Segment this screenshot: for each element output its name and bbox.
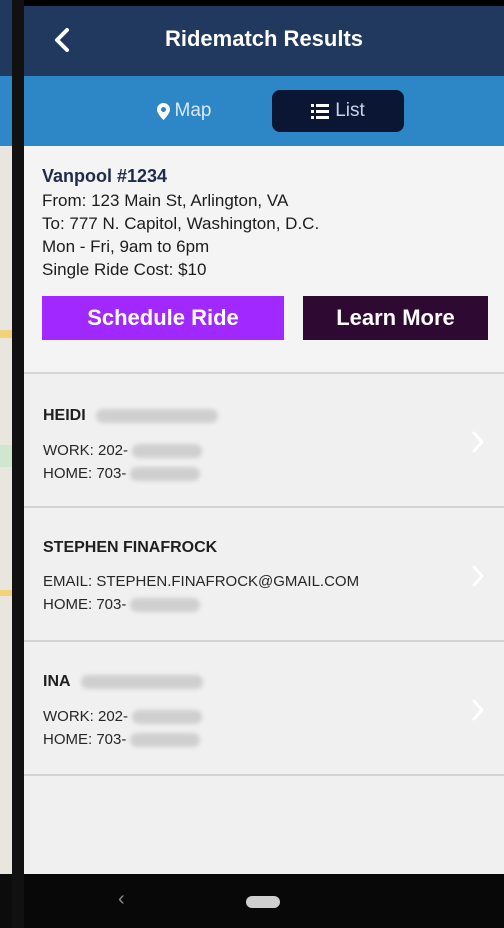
learn-more-button[interactable]: Learn More: [303, 296, 488, 340]
tab-map[interactable]: Map: [134, 94, 234, 128]
contact-row-heidi[interactable]: HEIDI WORK: 202- HOME: 703-: [24, 374, 504, 508]
contact-line-1: EMAIL: STEPHEN.FINAFROCK@GMAIL.COM: [43, 573, 360, 590]
contact-name: HEIDI: [43, 407, 218, 425]
redacted-phone: [80, 674, 203, 689]
redacted-number: [132, 710, 203, 725]
chevron-right-icon: [472, 431, 484, 453]
tab-list-label: List: [335, 100, 365, 121]
page-title: Ridematch Results: [164, 26, 364, 51]
app-header: Ridematch Results: [24, 6, 504, 76]
redacted-phone: [95, 408, 218, 423]
background-screen-strip: [0, 0, 12, 928]
vanpool-schedule: Mon - Fri, 9am to 6pm: [42, 237, 210, 256]
contact-row-stephen[interactable]: STEPHEN FINAFROCK EMAIL: STEPHEN.FINAFRO…: [24, 508, 504, 642]
list-icon: [311, 103, 330, 119]
contact-line-1: WORK: 202-: [43, 708, 203, 725]
map-marker-icon: [156, 102, 170, 120]
redacted-number: [132, 444, 203, 459]
contact-name: INA: [43, 673, 203, 691]
vanpool-card: Vanpool #1234 From: 123 Main St, Arlingt…: [24, 146, 504, 374]
contact-row-ina[interactable]: INA WORK: 202- HOME: 703-: [24, 642, 504, 776]
screen-gap: [12, 0, 24, 928]
schedule-ride-button[interactable]: Schedule Ride: [42, 296, 284, 340]
contact-line-2: HOME: 703-: [43, 731, 201, 748]
tab-map-label: Map: [174, 100, 212, 121]
contact-name: STEPHEN FINAFROCK: [43, 539, 218, 556]
contact-line-2: HOME: 703-: [43, 596, 201, 613]
contact-line-2: HOME: 703-: [43, 465, 201, 482]
tab-list[interactable]: List: [272, 90, 404, 132]
vanpool-cost: Single Ride Cost: $10: [42, 260, 207, 279]
vanpool-to: To: 777 N. Capitol, Washington, D.C.: [42, 214, 320, 233]
ridematch-screen: Ridematch Results Map List Vanpool #1234…: [24, 6, 504, 928]
redacted-number: [130, 467, 201, 482]
android-nav-bar: ‹: [24, 874, 504, 928]
redacted-number: [130, 733, 201, 748]
view-toggle-bar: Map List: [24, 76, 504, 146]
chevron-right-icon: [472, 565, 484, 587]
contact-line-1: WORK: 202-: [43, 442, 203, 459]
vanpool-from: From: 123 Main St, Arlington, VA: [42, 191, 289, 210]
chevron-right-icon: [472, 699, 484, 721]
nav-home-pill-icon[interactable]: [246, 896, 280, 908]
redacted-number: [130, 598, 201, 613]
nav-back-icon[interactable]: ‹: [118, 888, 125, 911]
vanpool-title: Vanpool #1234: [42, 166, 168, 186]
